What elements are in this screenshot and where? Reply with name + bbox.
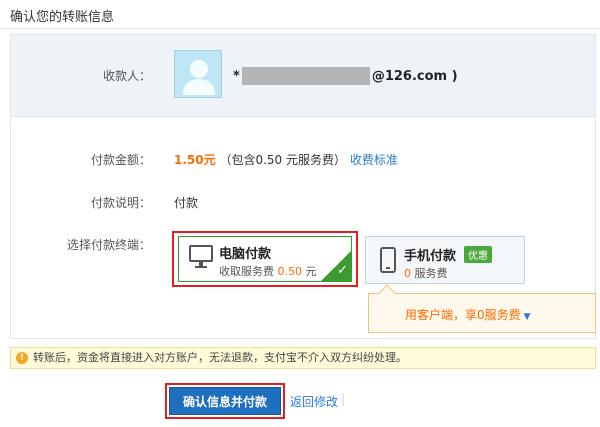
terminal-label: 选择付款终端： xyxy=(66,238,151,252)
pc-payment-option-highlight: 电脑付款 收取服务费 0.50 元 ✓ xyxy=(172,231,358,287)
payee-section: 收款人： * @126.com ) xyxy=(11,35,595,117)
client-promo-tip[interactable]: 用客户端，享0服务费 ▼ xyxy=(368,284,596,333)
discount-badge: 优惠 xyxy=(464,246,492,263)
pc-option-fee: 收取服务费 0.50 元 xyxy=(219,263,317,279)
client-tip-text: 用客户端，享0服务费 ▼ xyxy=(405,306,531,323)
pc-fee-unit: 元 xyxy=(305,265,317,278)
payee-account: * @126.com ) xyxy=(233,67,458,85)
warning-text: 转账后，资金将直接进入对方账户，无法退款，支付宝不介入双方纠纷处理。 xyxy=(33,351,407,364)
payee-label: 收款人： xyxy=(102,69,151,83)
mobile-payment-option[interactable]: 手机付款 优惠 0 服务费 xyxy=(365,236,525,284)
amount-unit: 元 xyxy=(203,153,216,167)
description-value: 付款 xyxy=(174,196,199,210)
amount-label: 付款金额： xyxy=(90,153,151,167)
client-tip-label: 用客户端，享0服务费 xyxy=(405,308,521,322)
fee-standard-link[interactable]: 收费标准 xyxy=(350,153,398,167)
pc-payment-option[interactable]: 电脑付款 收取服务费 0.50 元 ✓ xyxy=(178,236,352,282)
checkmark-icon: ✓ xyxy=(337,263,348,278)
mobile-fee-suffix: 服务费 xyxy=(414,267,448,280)
mobile-option-fee: 0 服务费 xyxy=(404,265,448,281)
pc-fee-prefix: 收取服务费 xyxy=(219,265,274,278)
warning-icon: ! xyxy=(16,352,28,364)
monitor-icon xyxy=(189,245,213,268)
payee-email-suffix: @126.com ) xyxy=(371,68,458,84)
description-label: 付款说明： xyxy=(90,196,151,210)
transfer-info-panel: 收款人： * @126.com ) 付款金额： 1.50元 （包含0.50 元服… xyxy=(10,34,596,339)
payee-name-prefix: * xyxy=(233,68,240,84)
user-silhouette-icon xyxy=(183,60,215,95)
amount-value: 1.50 xyxy=(174,153,204,167)
amount-row: 1.50元 （包含0.50 元服务费） 收费标准 xyxy=(174,151,398,168)
mobile-phone-icon xyxy=(380,247,396,273)
avatar xyxy=(174,50,222,98)
masked-account-bar xyxy=(241,67,370,85)
pc-fee-amount: 0.50 xyxy=(277,265,303,278)
pc-option-title: 电脑付款 xyxy=(219,247,272,262)
back-edit-link[interactable]: 返回修改 xyxy=(290,393,338,410)
mobile-fee-amount: 0 xyxy=(404,267,411,280)
dropdown-caret-icon: ▼ xyxy=(523,312,531,322)
link-separator: | xyxy=(341,392,346,406)
mobile-option-title: 手机付款 xyxy=(404,249,457,264)
confirm-pay-button[interactable]: 确认信息并付款 xyxy=(169,387,281,415)
confirm-button-highlight: 确认信息并付款 xyxy=(165,383,285,419)
fee-note: （包含0.50 元服务费） xyxy=(219,153,346,167)
tip-arrow xyxy=(378,284,396,302)
title-divider xyxy=(0,28,600,29)
page-title: 确认您的转账信息 xyxy=(10,10,115,25)
warning-bar: ! 转账后，资金将直接进入对方账户，无法退款，支付宝不介入双方纠纷处理。 xyxy=(10,347,596,369)
